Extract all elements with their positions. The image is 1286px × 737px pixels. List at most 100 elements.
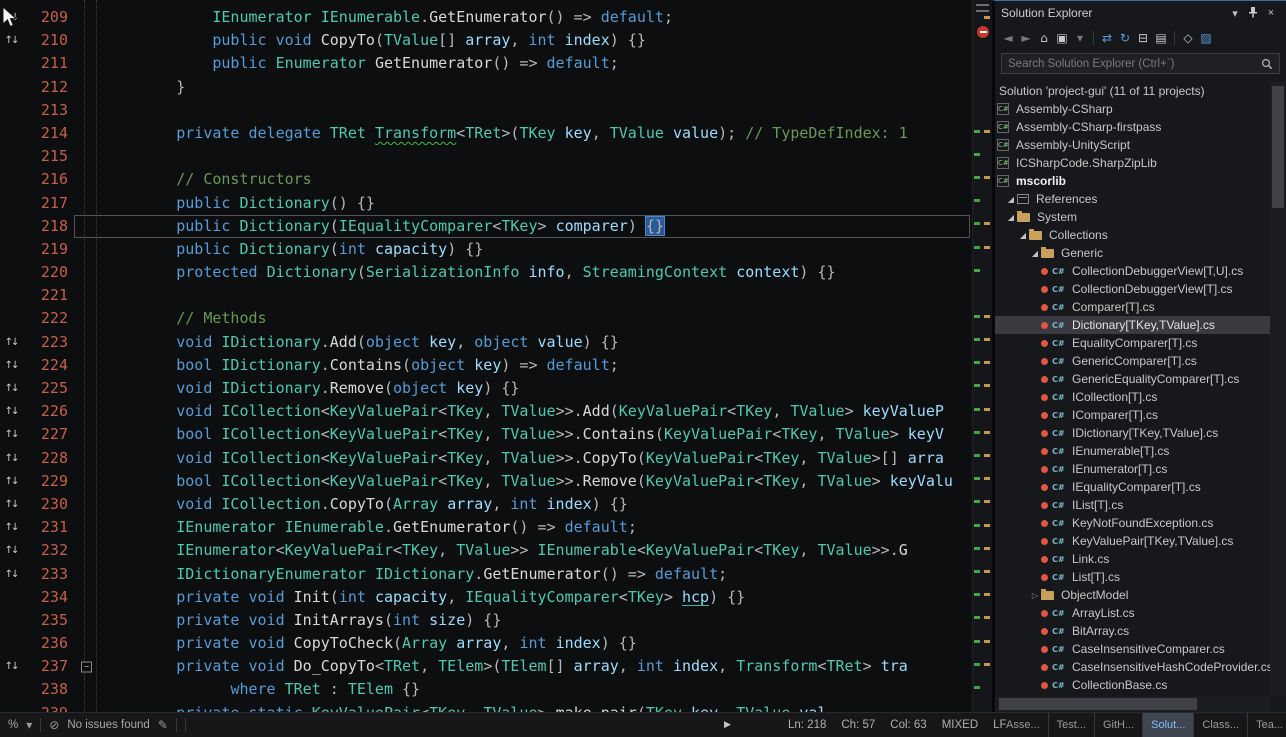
tree-item-icsharpcode-sharpziplib[interactable]: C#ICSharpCode.SharpZipLib (995, 154, 1270, 172)
tool-window-tab-class[interactable]: Class... (1194, 713, 1248, 737)
code-line[interactable]: 218 public Dictionary(IEqualityComparer<… (0, 215, 972, 238)
tree-item-icollection-t-cs[interactable]: C#ICollection[T].cs (995, 388, 1270, 406)
search-box[interactable] (1001, 53, 1280, 74)
override-indicator-icon[interactable]: ↑↓ (0, 383, 22, 394)
properties-icon[interactable]: ▨ (1197, 31, 1215, 45)
scrollbar-thumb[interactable] (1272, 86, 1284, 208)
tree-item-caseinsensitivehashcodeprovider-cs[interactable]: C#CaseInsensitiveHashCodeProvider.cs (995, 658, 1270, 676)
code-line[interactable]: 213 (0, 99, 972, 122)
override-indicator-icon[interactable]: ↑↓ (0, 429, 22, 440)
code-line[interactable]: 236 private void CopyToCheck(Array array… (0, 632, 972, 655)
code-line[interactable]: 239 private static KeyValuePair<TKey, TV… (0, 702, 972, 712)
tool-window-tab-test[interactable]: Test... (1049, 713, 1095, 737)
collapse-icon[interactable]: ◢ (1005, 195, 1017, 204)
status-message[interactable]: No issues found (67, 719, 149, 731)
code-line[interactable]: ↑↓237− private void Do_CopyTo<TRet, TEle… (0, 655, 972, 678)
fold-collapse-icon[interactable]: − (81, 661, 92, 672)
code-line[interactable]: ↑↓223 void IDictionary.Add(object key, o… (0, 331, 972, 354)
tree-item-dictionary-tkey-tvalue-cs[interactable]: C#Dictionary[TKey,TValue].cs (995, 316, 1270, 334)
code-line[interactable]: ↑↓230 void ICollection.CopyTo(Array arra… (0, 493, 972, 516)
close-icon[interactable]: × (1262, 7, 1280, 19)
se-horizontal-scrollbar[interactable] (995, 696, 1270, 712)
code-line[interactable]: ↑↓210 public void CopyTo(TValue[] array,… (0, 29, 972, 52)
tree-item-collectiondebuggerview-t-u-cs[interactable]: C#CollectionDebuggerView[T,U].cs (995, 262, 1270, 280)
collapse-icon[interactable]: ◢ (1029, 249, 1041, 258)
show-all-files-icon[interactable]: ▤ (1152, 31, 1170, 45)
sync-with-active-document-icon[interactable]: ⇄ (1098, 31, 1116, 45)
code-line[interactable]: ↑↓225 void IDictionary.Remove(object key… (0, 377, 972, 400)
code-line[interactable]: ↑↓224 bool IDictionary.Contains(object k… (0, 354, 972, 377)
expand-icon[interactable]: ▷ (1029, 591, 1041, 600)
tree-item-assembly-unityscript[interactable]: C#Assembly-UnityScript (995, 136, 1270, 154)
tree-item-solution-project-gui-11-of-11-projects[interactable]: Solution 'project-gui' (11 of 11 project… (995, 82, 1270, 100)
chevron-down-icon[interactable]: ▾ (26, 718, 32, 732)
code-line[interactable]: ↑↓233 IDictionaryEnumerator IDictionary.… (0, 563, 972, 586)
tree-item-ienumerator-t-cs[interactable]: C#IEnumerator[T].cs (995, 460, 1270, 478)
code-line[interactable]: 214 private delegate TRet Transform<TRet… (0, 122, 972, 145)
override-indicator-icon[interactable]: ↑↓ (0, 545, 22, 556)
tree-item-mscorlib[interactable]: C#mscorlib (995, 172, 1270, 190)
code-line[interactable]: 222 // Methods (0, 307, 972, 330)
override-indicator-icon[interactable]: ↑↓ (0, 35, 22, 46)
tool-window-tab-tea[interactable]: Tea... (1248, 713, 1286, 737)
tree-item-list-t-cs[interactable]: C#List[T].cs (995, 568, 1270, 586)
code-line[interactable]: ↑↓229 bool ICollection<KeyValuePair<TKey… (0, 470, 972, 493)
tree-item-genericequalitycomparer-t-cs[interactable]: C#GenericEqualityComparer[T].cs (995, 370, 1270, 388)
collapse-icon[interactable]: ◢ (1005, 213, 1017, 222)
code-line[interactable]: 220 protected Dictionary(SerializationIn… (0, 261, 972, 284)
home-icon[interactable]: ⌂ (1035, 31, 1053, 45)
pin-icon[interactable] (1244, 6, 1262, 21)
expand-panel-icon[interactable]: ▶ (724, 720, 731, 730)
tool-window-tab-solut[interactable]: Solut... (1143, 713, 1194, 737)
code-editor[interactable]: ↑↓209 IEnumerator IEnumerable.GetEnumera… (0, 0, 992, 712)
code-line[interactable]: ↑↓228 void ICollection<KeyValuePair<TKey… (0, 447, 972, 470)
splitter-grip-icon[interactable] (976, 4, 989, 12)
collapse-icon[interactable]: ◢ (1017, 231, 1029, 240)
code-line[interactable]: 215 (0, 145, 972, 168)
tree-item-collections[interactable]: ◢Collections (995, 226, 1270, 244)
code-line[interactable]: ↑↓231 IEnumerator IEnumerable.GetEnumera… (0, 516, 972, 539)
tool-window-tab-asse[interactable]: Asse... (998, 713, 1049, 737)
code-line[interactable]: 216 // Constructors (0, 168, 972, 191)
override-indicator-icon[interactable]: ↑↓ (0, 661, 22, 672)
code-line[interactable]: 212 } (0, 76, 972, 99)
code-line[interactable]: 211 public Enumerator GetEnumerator() =>… (0, 52, 972, 75)
tree-item-system[interactable]: ◢System (995, 208, 1270, 226)
forward-icon[interactable]: ► (1017, 31, 1035, 45)
back-icon[interactable]: ◄ (999, 31, 1017, 45)
code-line[interactable]: 238 where TRet : TElem {} (0, 678, 972, 701)
tree-item-arraylist-cs[interactable]: C#ArrayList.cs (995, 604, 1270, 622)
tree-item-idictionary-tkey-tvalue-cs[interactable]: C#IDictionary[TKey,TValue].cs (995, 424, 1270, 442)
override-indicator-icon[interactable]: ↑↓ (0, 569, 22, 580)
override-indicator-icon[interactable]: ↑↓ (0, 12, 22, 23)
tree-item-icomparer-t-cs[interactable]: C#IComparer[T].cs (995, 406, 1270, 424)
code-line[interactable]: 235 private void InitArrays(int size) {} (0, 609, 972, 632)
code-line[interactable]: 219 public Dictionary(int capacity) {} (0, 238, 972, 261)
chevron-down-icon[interactable]: ▾ (1071, 31, 1089, 45)
view-code-icon[interactable]: ◇ (1179, 31, 1197, 45)
tree-item-generic[interactable]: ◢Generic (995, 244, 1270, 262)
tree-item-equalitycomparer-t-cs[interactable]: C#EqualityComparer[T].cs (995, 334, 1270, 352)
override-indicator-icon[interactable]: ↑↓ (0, 406, 22, 417)
zoom-level[interactable]: % (8, 719, 18, 731)
editor-scrollbar[interactable] (972, 0, 992, 712)
se-vertical-scrollbar[interactable] (1270, 82, 1286, 696)
override-indicator-icon[interactable]: ↑↓ (0, 453, 22, 464)
tree-item-link-cs[interactable]: C#Link.cs (995, 550, 1270, 568)
tree-item-ilist-t-cs[interactable]: C#IList[T].cs (995, 496, 1270, 514)
character-indicator[interactable]: Ch: 57 (841, 719, 875, 731)
tree-item-keynotfoundexception-cs[interactable]: C#KeyNotFoundException.cs (995, 514, 1270, 532)
tree-item-genericcomparer-t-cs[interactable]: C#GenericComparer[T].cs (995, 352, 1270, 370)
refresh-icon[interactable]: ↻ (1116, 31, 1134, 45)
line-indicator[interactable]: Ln: 218 (788, 719, 826, 731)
scrollbar-thumb[interactable] (999, 698, 1197, 710)
solution-explorer-titlebar[interactable]: Solution Explorer ▾ × (995, 1, 1286, 25)
override-indicator-icon[interactable]: ↑↓ (0, 360, 22, 371)
tree-item-caseinsensitivecomparer-cs[interactable]: C#CaseInsensitiveComparer.cs (995, 640, 1270, 658)
tree-item-assembly-csharp-firstpass[interactable]: C#Assembly-CSharp-firstpass (995, 118, 1270, 136)
tree-item-objectmodel[interactable]: ▷ObjectModel (995, 586, 1270, 604)
code-line[interactable]: 234 private void Init(int capacity, IEqu… (0, 586, 972, 609)
tree-item-iequalitycomparer-t-cs[interactable]: C#IEqualityComparer[T].cs (995, 478, 1270, 496)
tree-item-collectiondebuggerview-t-cs[interactable]: C#CollectionDebuggerView[T].cs (995, 280, 1270, 298)
override-indicator-icon[interactable]: ↑↓ (0, 476, 22, 487)
